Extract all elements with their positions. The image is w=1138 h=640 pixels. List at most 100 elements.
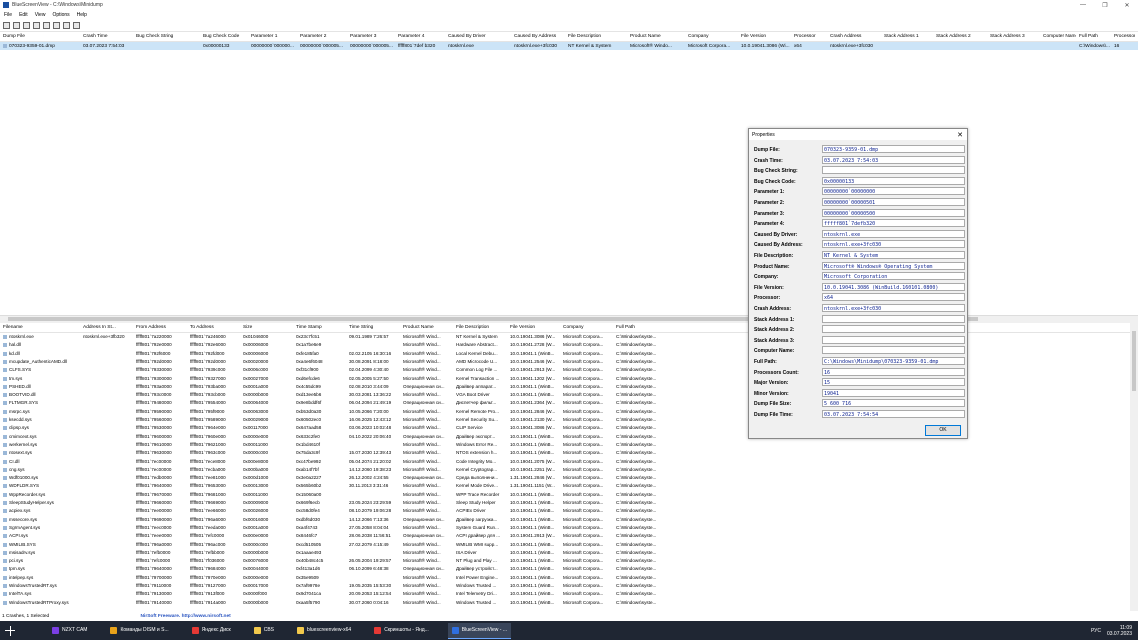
table-row[interactable]: mssecore.sys fffff801`79690000 fffff801`79… — [0, 516, 1130, 524]
column-header[interactable]: Caused By Driver — [448, 32, 511, 41]
column-header[interactable]: Stack Address 2 — [936, 32, 987, 41]
table-row[interactable]: ntosext.sys fffff801`79630000 fffff801`796… — [0, 449, 1130, 457]
taskbar-item[interactable]: BlueScreenView - ... — [447, 622, 512, 639]
maximize-button[interactable]: ❐ — [1094, 2, 1116, 9]
column-header[interactable]: Product Name — [630, 32, 685, 41]
property-value-field[interactable]: 070323-9359-01.dmp — [822, 145, 965, 153]
language-indicator[interactable]: РУС — [1091, 628, 1101, 634]
column-header[interactable]: Bug Check String — [136, 32, 200, 41]
property-value-field[interactable]: 16 — [822, 367, 965, 376]
property-value-field[interactable]: C:\Windows\Minidump\070323-9359-01.dmp — [822, 357, 965, 365]
menu-help[interactable]: Help — [77, 12, 87, 18]
close-button[interactable]: ✕ — [1116, 2, 1138, 9]
property-value-field[interactable]: ntoskrnl.exe+3fc030 — [822, 240, 965, 249]
properties-icon[interactable] — [33, 21, 40, 29]
column-header[interactable]: Crash Time — [83, 32, 133, 41]
column-header[interactable]: Parameter 3 — [350, 32, 395, 41]
column-header[interactable]: From Address — [136, 323, 187, 332]
nirsoft-link[interactable]: NirSoft Freeware. http://www.nirsoft.net — [141, 614, 231, 619]
property-value-field[interactable] — [822, 166, 965, 175]
table-row[interactable]: WMILIB.SYS fffff801`796a0000 fffff801`796a… — [0, 541, 1130, 549]
property-value-field[interactable]: NT Kernel & System — [822, 251, 965, 259]
column-header[interactable]: Crash Address — [830, 32, 881, 41]
column-header[interactable]: Product Name — [403, 323, 453, 332]
column-header[interactable]: Company — [688, 32, 738, 41]
save-icon[interactable] — [13, 21, 20, 29]
column-header[interactable]: Processors — [1114, 32, 1135, 41]
column-header[interactable]: Bug Check Code — [203, 32, 248, 41]
property-value-field[interactable]: 00000000`00000000 — [822, 187, 965, 196]
property-value-field[interactable] — [822, 346, 965, 355]
property-value-field[interactable]: Microsoft® Windows® Operating System — [822, 261, 965, 270]
exit-icon[interactable] — [73, 21, 80, 29]
taskbar-item[interactable]: Скриншоты - Янд... — [370, 623, 433, 638]
property-value-field[interactable]: 5 600 716 — [822, 399, 965, 408]
menu-view[interactable]: View — [35, 12, 46, 18]
scroll-thumb[interactable] — [1132, 331, 1136, 391]
property-value-field[interactable]: 00000000`00000500 — [822, 208, 965, 217]
column-header[interactable]: File Description — [568, 32, 627, 41]
vertical-scrollbar[interactable] — [1130, 323, 1138, 611]
table-row[interactable]: cng.sys fffff801`7ec00000 fffff801`7ecba00… — [0, 466, 1130, 474]
table-row[interactable]: IntelTA.sys fffff801`79130000 fffff801`791… — [0, 590, 1130, 598]
refresh-icon[interactable] — [53, 21, 60, 29]
table-row[interactable]: ACPI.sys fffff801`7eee0000 fffff801`7efc00… — [0, 532, 1130, 540]
table-row[interactable]: WindowsTrustedRTProxy.sys fffff801`791400… — [0, 599, 1130, 607]
menu-edit[interactable]: Edit — [19, 12, 28, 18]
property-value-field[interactable]: 00000000`00000501 — [822, 198, 965, 206]
property-value-field[interactable]: Microsoft Corporation — [822, 272, 965, 281]
table-row[interactable]: CI.dll fffff801`7ec00000 fffff801`7ece8000… — [0, 458, 1130, 466]
dialog-close-button[interactable]: ✕ — [957, 131, 963, 139]
property-value-field[interactable]: 03.07.2023 7:54:03 — [822, 155, 965, 164]
property-value-field[interactable]: x64 — [822, 293, 965, 302]
table-row[interactable]: pci.sys fffff801`7efc0000 fffff801`7f03600… — [0, 557, 1130, 565]
column-header[interactable]: Computer Name — [1043, 32, 1076, 41]
column-header[interactable]: File Description — [456, 323, 507, 332]
taskbar-item[interactable]: Команды DISM и S... — [106, 623, 172, 638]
table-row[interactable]: WDFLDR.SYS fffff801`79640000 fffff801`7965… — [0, 482, 1130, 490]
property-value-field[interactable] — [822, 335, 965, 344]
table-row[interactable]: tpm.sys fffff801`79640000 fffff801`7968400… — [0, 565, 1130, 573]
column-header[interactable]: Filename — [3, 323, 80, 332]
table-row[interactable]: intelpep.sys fffff801`79700000 fffff801`79… — [0, 574, 1130, 582]
table-row[interactable]: Wdf01000.sys fffff801`7edb0000 fffff801`7e… — [0, 474, 1130, 482]
table-row[interactable]: msisadrv.sys fffff801`7efb0000 fffff801`7e… — [0, 549, 1130, 557]
property-value-field[interactable]: 10.0.19041.3086 (WinBuild.160101.0800) — [822, 282, 965, 291]
menu-file[interactable]: File — [4, 12, 12, 18]
column-header[interactable]: Parameter 2 — [300, 32, 347, 41]
column-header[interactable]: Time Stamp — [296, 323, 346, 332]
column-header[interactable]: Stack Address 1 — [884, 32, 933, 41]
minimize-button[interactable]: — — [1072, 2, 1094, 9]
table-row[interactable]: SleepStudyHelper.sys fffff801`79660000 fff… — [0, 499, 1130, 507]
column-header[interactable]: Parameter 4 — [398, 32, 445, 41]
property-value-field[interactable]: ntoskrnl.exe — [822, 229, 965, 238]
property-value-field[interactable] — [822, 325, 965, 334]
column-header[interactable]: Caused By Address — [514, 32, 565, 41]
property-value-field[interactable]: fffff801`7defb320 — [822, 219, 965, 228]
column-header[interactable]: Time String — [349, 323, 400, 332]
property-value-field[interactable]: 03.07.2023 7:54:54 — [822, 410, 965, 418]
open-icon[interactable] — [3, 21, 10, 29]
table-row[interactable]: 070323-9359-01.dmp 03.07.2023 7:54:03 0x00… — [0, 42, 1138, 50]
column-header[interactable]: Company — [563, 323, 613, 332]
column-header[interactable]: File Version — [510, 323, 560, 332]
table-row[interactable]: acpiex.sys fffff801`7ee00000 fffff801`7ee6… — [0, 507, 1130, 515]
property-value-field[interactable]: 0x00000133 — [822, 176, 965, 185]
taskbar-item[interactable]: bluescreenview-x64 — [293, 623, 355, 638]
column-header[interactable]: Size — [243, 323, 293, 332]
html-report-icon[interactable] — [43, 21, 50, 29]
property-value-field[interactable]: ntoskrnl.exe+3fc030 — [822, 304, 965, 312]
taskbar-item[interactable]: NZXT CAM — [48, 623, 91, 638]
column-header[interactable]: To Address — [190, 323, 240, 332]
table-row[interactable]: SgrmAgent.sys fffff801`7eec0000 fffff801`7… — [0, 524, 1130, 532]
table-row[interactable]: WppRecorder.sys fffff801`79670000 fffff801… — [0, 491, 1130, 499]
column-header[interactable]: Address In St... — [83, 323, 133, 332]
column-header[interactable]: Processor — [794, 32, 827, 41]
table-row[interactable]: werkernel.sys fffff801`79610000 fffff801`7… — [0, 441, 1130, 449]
column-header[interactable]: Parameter 1 — [251, 32, 297, 41]
column-header[interactable]: File Version — [741, 32, 791, 41]
ok-button[interactable]: OK — [925, 425, 961, 436]
table-row[interactable]: WindowsTrustedRT.sys fffff801`79110000 fff… — [0, 582, 1130, 590]
find-icon[interactable] — [63, 21, 70, 29]
column-header[interactable]: Full Path — [1079, 32, 1111, 41]
